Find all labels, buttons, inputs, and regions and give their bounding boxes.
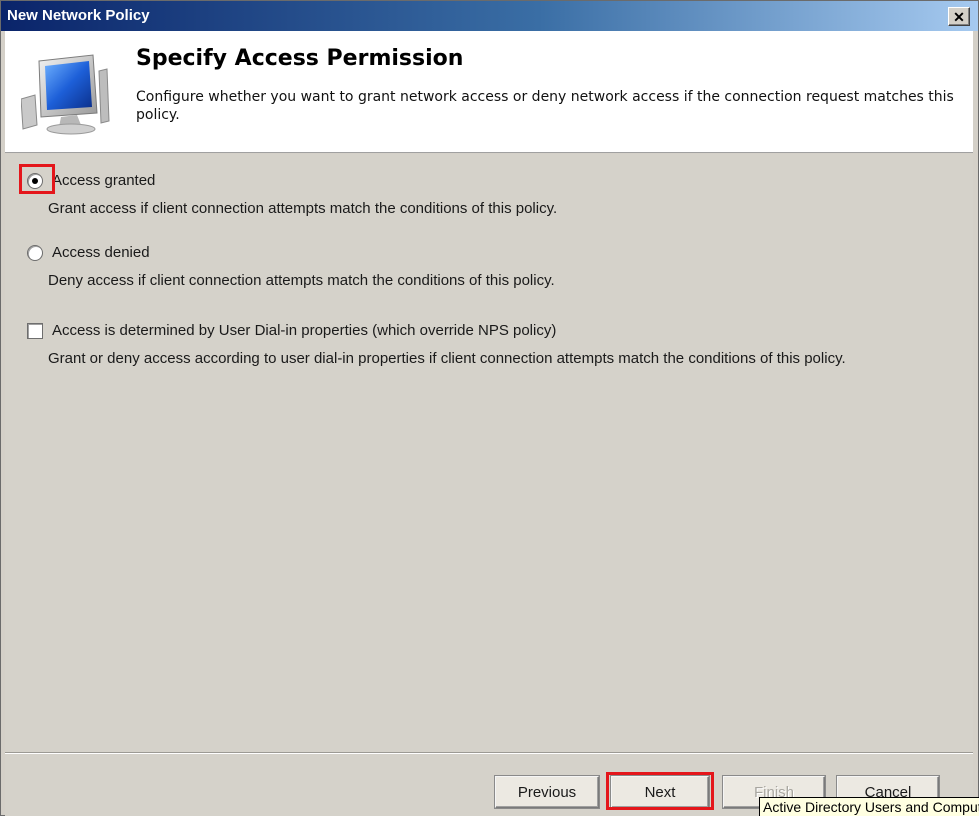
new-network-policy-dialog: New Network Policy ✕ Specify Access Perm… bbox=[0, 0, 979, 816]
window-title: New Network Policy bbox=[7, 7, 150, 24]
previous-button[interactable]: Previous bbox=[495, 776, 599, 808]
access-denied-description: Deny access if client connection attempt… bbox=[48, 272, 555, 289]
next-button-highlight bbox=[606, 772, 714, 810]
close-icon: ✕ bbox=[953, 8, 965, 25]
wizard-header: Specify Access Permission Configure whet… bbox=[5, 31, 973, 153]
access-denied-label[interactable]: Access denied bbox=[52, 244, 150, 261]
dialin-properties-label[interactable]: Access is determined by User Dial-in pro… bbox=[52, 322, 556, 339]
access-denied-radio[interactable] bbox=[27, 245, 43, 261]
wizard-body: Access granted Grant access if client co… bbox=[5, 154, 973, 752]
access-granted-description: Grant access if client connection attemp… bbox=[48, 200, 558, 217]
title-bar[interactable]: New Network Policy ✕ bbox=[1, 1, 978, 31]
close-button[interactable]: ✕ bbox=[948, 7, 970, 26]
access-granted-highlight bbox=[19, 164, 55, 194]
access-granted-label[interactable]: Access granted bbox=[52, 172, 155, 189]
taskbar-tooltip: Active Directory Users and Computers bbox=[759, 797, 979, 816]
network-monitor-icon bbox=[21, 54, 110, 135]
dialin-properties-description: Grant or deny access according to user d… bbox=[48, 350, 846, 367]
dialin-properties-checkbox[interactable] bbox=[27, 323, 43, 339]
page-title: Specify Access Permission bbox=[136, 46, 464, 71]
page-description: Configure whether you want to grant netw… bbox=[136, 89, 954, 123]
